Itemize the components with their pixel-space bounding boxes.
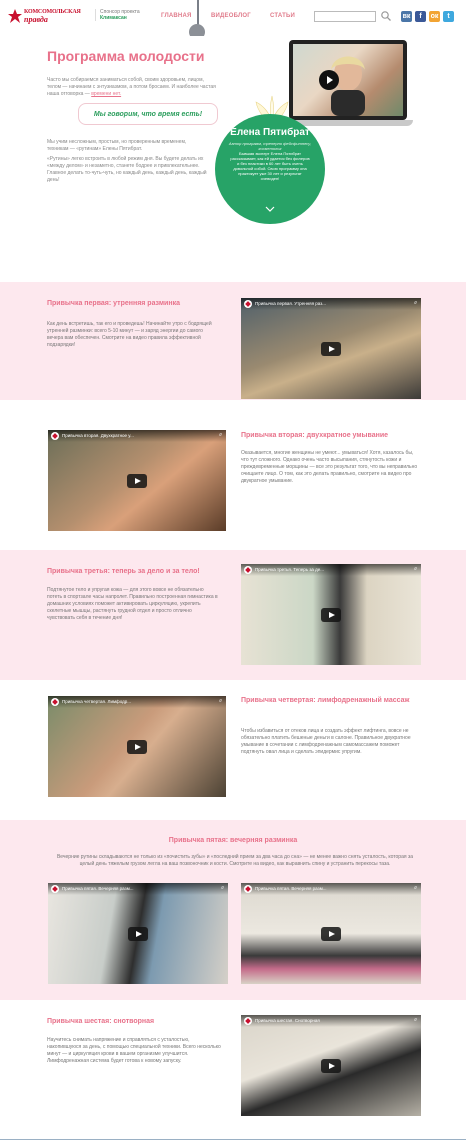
habit-2-video-title[interactable]: Привычка вторая. Двухкратное у... (62, 433, 134, 438)
habit-3-text: Подтянутое тело и упругая кожа — для это… (47, 587, 218, 621)
share-button[interactable]: ↺ (414, 885, 417, 890)
share-button[interactable]: ↺ (219, 698, 222, 703)
habit-1-text: Как день встретишь, так его и проведешь!… (47, 321, 212, 348)
laptop-video[interactable] (283, 40, 413, 136)
share-button[interactable]: ↺ (414, 1017, 417, 1022)
channel-logo-icon (51, 698, 59, 706)
habit-1-video-title[interactable]: Привычка первая. Утренняя раз... (255, 301, 326, 306)
play-icon[interactable] (321, 607, 341, 622)
odnoklassniki-icon[interactable]: ок (429, 11, 440, 22)
play-icon[interactable] (321, 341, 341, 356)
play-icon[interactable] (127, 739, 147, 754)
hero-title: Программа молодости (47, 48, 205, 64)
kp-logo[interactable]: КОМСОМОЛЬСКАЯ правда (7, 8, 87, 25)
kp-star-icon (8, 9, 22, 23)
habit-4-video-title[interactable]: Привычка четвертая. Лимфодр... (62, 699, 131, 704)
habit-5-video-2[interactable]: Привычка пятая. Вечерняя разм... ↺ (241, 883, 421, 984)
nav-articles[interactable]: СТАТЬИ (270, 13, 295, 19)
sponsor-brand[interactable]: Климаксан (100, 15, 127, 21)
vk-icon[interactable]: вк (401, 11, 412, 22)
hero-quote: Мы говорим, что время есть! (78, 103, 218, 125)
hero-paragraph-3: «Рутины» легко встроить в любой режим дн… (47, 156, 207, 183)
share-button[interactable]: ↺ (219, 432, 222, 437)
channel-logo-icon (244, 1017, 252, 1025)
channel-logo-icon (244, 566, 252, 574)
twitter-icon[interactable]: t (443, 11, 454, 22)
habit-6-title: Привычка шестая: снотворная (47, 1018, 155, 1025)
habit-2-title: Привычка вторая: двухкратное умывание (241, 432, 389, 439)
habit-1-section: Привычка первая: утренняя разминка Как д… (0, 282, 466, 400)
habit-6-video-title[interactable]: Привычка шестая. Снотворная (255, 1018, 320, 1023)
habit-3-video-title[interactable]: Привычка третья. Теперь за де... (255, 567, 324, 572)
author-bio: Бывшая эксперт Елена Пятибрат рассказыва… (230, 151, 310, 181)
habit-4-text: Чтобы избавиться от отеков лица и создат… (241, 728, 411, 755)
logo-line2: правда (24, 15, 48, 24)
sponsor-block: Спонсор проекта Климаксан (95, 9, 140, 21)
hero-section: Программа молодости Часто мы собираемся … (0, 36, 466, 282)
channel-logo-icon (244, 300, 252, 308)
habit-4-video[interactable]: Привычка четвертая. Лимфодр... ↺ (48, 696, 226, 797)
author-circle: Елена Пятибрат Автор программ, тренерпо … (215, 114, 325, 224)
habit-6-section: Привычка шестая: снотворная Научитесь сн… (0, 1000, 466, 1139)
habit-6-video[interactable]: Привычка шестая. Снотворная ↺ (241, 1015, 421, 1116)
hero-play-icon[interactable] (319, 70, 339, 90)
nav-home[interactable]: ГЛАВНАЯ (161, 13, 192, 19)
channel-logo-icon (51, 885, 59, 893)
habit-5-title: Привычка пятая: вечерняя разминка (168, 837, 298, 844)
play-icon[interactable] (321, 926, 341, 941)
play-icon[interactable] (128, 926, 148, 941)
share-button[interactable]: ↺ (414, 300, 417, 305)
hero-intro-text: Часто мы собираемся заниматься собой, св… (47, 77, 216, 97)
habit-2-text: Оказывается, многие женщины не умеют... … (241, 450, 418, 484)
habit-3-video[interactable]: Привычка третья. Теперь за де... ↺ (241, 564, 421, 665)
pointer-line (197, 0, 199, 26)
hero-intro: Часто мы собираемся заниматься собой, св… (47, 77, 217, 98)
habit-3-section: Привычка третья: теперь за дело и за тел… (0, 550, 466, 680)
share-button[interactable]: ↺ (414, 566, 417, 571)
author-name: Елена Пятибрат (230, 127, 310, 138)
habit-2-section: Привычка вторая. Двухкратное у... ↺ Прив… (0, 400, 466, 550)
channel-logo-icon (51, 432, 59, 440)
habit-3-title: Привычка третья: теперь за дело и за тел… (47, 568, 200, 575)
author-role: Автор программ, тренерпо фейсфитнесу, ко… (228, 141, 312, 151)
hero-paragraph-2: Мы учим несложным, простым, но проверенн… (47, 139, 187, 152)
facebook-icon[interactable]: f (415, 11, 426, 22)
habit-5-text: Вечерние рутины складываются не только и… (56, 854, 414, 867)
habit-6-text: Научитесь снимать напряжение и справлять… (47, 1037, 221, 1064)
nav-videoblog[interactable]: ВИДЕОБЛОГ (211, 13, 251, 19)
habit-1-title: Привычка первая: утренняя разминка (47, 300, 180, 307)
habit-2-video[interactable]: Привычка вторая. Двухкратное у... ↺ (48, 430, 226, 531)
habit-4-title: Привычка четвертая: лимфодренажный масса… (241, 697, 410, 704)
woman-portrait-image (331, 56, 365, 116)
share-button[interactable]: ↺ (221, 885, 224, 890)
search-icon[interactable] (380, 10, 392, 22)
hero-video-thumbnail[interactable] (293, 44, 403, 116)
play-icon[interactable] (127, 473, 147, 488)
habit-5-section: Привычка пятая: вечерняя разминка Вечерн… (0, 820, 466, 1000)
play-icon[interactable] (321, 1058, 341, 1073)
habit-4-section: Привычка четвертая. Лимфодр... ↺ Привычк… (0, 680, 466, 820)
habit-5-video-1[interactable]: Привычка пятая. Вечерняя разм... ↺ (48, 883, 228, 984)
habit-1-video[interactable]: Привычка первая. Утренняя раз... ↺ (241, 298, 421, 399)
search-input[interactable] (314, 11, 376, 22)
site-header: КОМСОМОЛЬСКАЯ правда Спонсор проекта Кли… (0, 0, 466, 36)
habit-5-video-1-title[interactable]: Привычка пятая. Вечерняя разм... (62, 886, 134, 891)
channel-logo-icon (244, 885, 252, 893)
habit-5-video-2-title[interactable]: Привычка пятая. Вечерняя разм... (255, 886, 327, 891)
chevron-down-icon[interactable] (265, 206, 275, 212)
hero-intro-link[interactable]: времени нет. (91, 91, 121, 97)
